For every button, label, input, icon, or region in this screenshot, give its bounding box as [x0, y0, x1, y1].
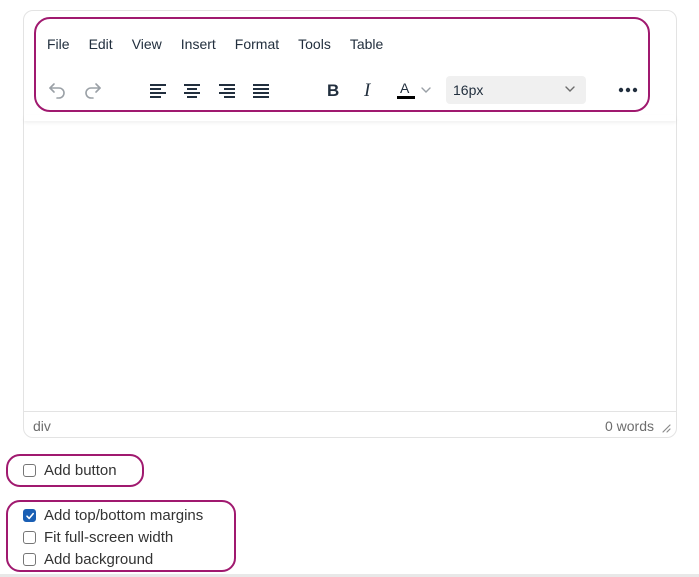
- svg-text:I: I: [363, 81, 372, 99]
- menu-table[interactable]: Table: [350, 35, 383, 53]
- text-color-icon: A: [397, 80, 415, 99]
- align-justify-icon: [253, 84, 269, 98]
- menu-format[interactable]: Format: [235, 35, 279, 53]
- text-color-dropdown[interactable]: [419, 77, 433, 103]
- italic-button[interactable]: I: [356, 77, 382, 103]
- align-right-icon: [219, 84, 235, 98]
- checkmark-icon: [25, 512, 34, 519]
- menu-view[interactable]: View: [132, 35, 162, 53]
- italic-icon: I: [363, 81, 372, 99]
- add-button-checkbox[interactable]: [23, 464, 36, 477]
- add-margins-label: Add top/bottom margins: [44, 507, 204, 524]
- add-margins-option[interactable]: Add top/bottom margins: [23, 507, 203, 524]
- menu-edit[interactable]: Edit: [89, 35, 113, 53]
- bold-button[interactable]: B: [320, 77, 346, 103]
- align-justify-button[interactable]: [248, 77, 274, 103]
- align-left-button[interactable]: [145, 77, 171, 103]
- add-background-checkbox[interactable]: [23, 553, 36, 566]
- menu-file[interactable]: File: [47, 35, 70, 53]
- menubar: File Edit View Insert Format Tools Table: [47, 35, 383, 53]
- fit-width-checkbox[interactable]: [23, 531, 36, 544]
- editor-content-area[interactable]: [25, 119, 676, 411]
- svg-text:A: A: [400, 80, 410, 96]
- editor-toolbar-highlight: File Edit View Insert Format Tools Table: [34, 17, 650, 112]
- statusbar: div 0 words: [24, 411, 676, 438]
- align-right-button[interactable]: [214, 77, 240, 103]
- redo-button[interactable]: [80, 77, 106, 103]
- add-background-label: Add background: [44, 551, 154, 568]
- bold-icon: B: [327, 81, 339, 99]
- more-button[interactable]: [615, 77, 641, 103]
- svg-text:B: B: [327, 81, 339, 99]
- fit-width-option[interactable]: Fit full-screen width: [23, 529, 173, 546]
- add-button-label: Add button: [44, 462, 117, 479]
- font-size-value: 16px: [453, 82, 484, 98]
- resize-handle-icon[interactable]: [661, 423, 671, 433]
- undo-button[interactable]: [44, 77, 70, 103]
- more-icon: [618, 87, 638, 93]
- align-center-button[interactable]: [179, 77, 205, 103]
- word-count[interactable]: 0 words: [605, 418, 654, 434]
- menu-tools[interactable]: Tools: [298, 35, 331, 53]
- element-path[interactable]: div: [33, 418, 51, 434]
- add-background-option[interactable]: Add background: [23, 551, 153, 568]
- menu-insert[interactable]: Insert: [181, 35, 216, 53]
- chevron-down-icon: [565, 86, 575, 92]
- add-margins-checkbox[interactable]: [23, 509, 36, 522]
- align-left-icon: [150, 84, 166, 98]
- font-size-select[interactable]: 16px: [446, 76, 586, 104]
- redo-icon: [85, 83, 101, 99]
- add-button-option[interactable]: Add button: [23, 462, 117, 479]
- undo-icon: [49, 83, 65, 99]
- chevron-down-icon: [421, 87, 431, 93]
- rich-text-editor: File Edit View Insert Format Tools Table: [23, 10, 677, 438]
- align-center-icon: [184, 84, 200, 98]
- fit-width-label: Fit full-screen width: [44, 529, 174, 546]
- text-color-button[interactable]: A: [393, 77, 419, 103]
